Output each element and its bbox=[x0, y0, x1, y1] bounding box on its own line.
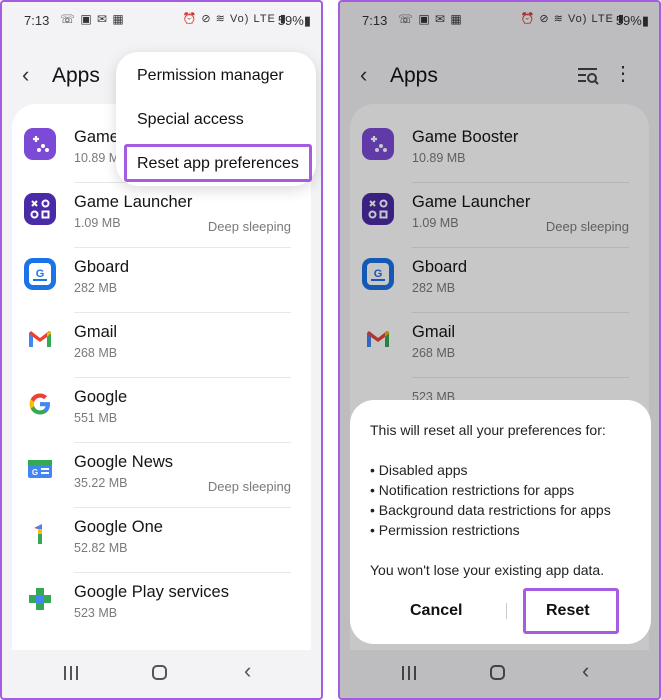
app-size: 268 MB bbox=[74, 346, 118, 360]
button-divider bbox=[506, 603, 507, 619]
dialog-message: This will reset all your preferences for… bbox=[370, 422, 606, 438]
app-size: 10.89 M bbox=[74, 151, 120, 165]
app-size: 551 MB bbox=[74, 411, 118, 425]
right-screen: 7:13 ☏ ▣ ✉ ▦ ⏰ ⊘ ≋ Vo) LTE ▮ 59%▮ ‹ Apps… bbox=[338, 0, 661, 700]
dialog-bullet: • Permission restrictions bbox=[370, 522, 520, 538]
game-booster-icon bbox=[24, 128, 56, 160]
app-size: 1.09 MB bbox=[74, 216, 121, 230]
app-list-item[interactable]: Google Play services 523 MB bbox=[12, 573, 311, 638]
status-time: 7:13 bbox=[24, 13, 50, 28]
app-list-item[interactable]: G Google News 35.22 MB Deep sleeping bbox=[12, 443, 311, 508]
app-name: Google bbox=[74, 388, 128, 406]
app-status: Deep sleeping bbox=[207, 479, 291, 494]
app-name: Game Launcher bbox=[74, 193, 193, 211]
recent-apps-icon[interactable] bbox=[64, 666, 78, 680]
menu-item-permission-manager[interactable]: Permission manager bbox=[137, 67, 284, 85]
highlight-box bbox=[124, 144, 312, 182]
app-list-item[interactable]: Google 551 MB bbox=[12, 378, 311, 443]
app-name: Google One bbox=[74, 518, 163, 536]
notification-icons: ☏ ▣ ✉ ▦ bbox=[60, 12, 125, 26]
nav-back-icon[interactable]: ‹ bbox=[244, 658, 251, 684]
overflow-menu: Permission manager Special access Reset … bbox=[116, 52, 316, 186]
google-one-icon bbox=[24, 518, 56, 550]
app-size: 523 MB bbox=[74, 606, 118, 620]
app-list-item[interactable]: Google One 52.82 MB bbox=[12, 508, 311, 573]
app-status: Deep sleeping bbox=[207, 219, 291, 234]
app-size: 35.22 MB bbox=[74, 476, 128, 490]
app-name: Gmail bbox=[74, 323, 118, 341]
gmail-icon bbox=[24, 323, 56, 355]
dialog-bullet: • Background data restrictions for apps bbox=[370, 502, 611, 518]
battery-level: 59%▮ bbox=[277, 13, 311, 28]
page-title: Apps bbox=[52, 64, 100, 87]
home-icon[interactable] bbox=[152, 665, 167, 680]
status-bar: 7:13 ☏ ▣ ✉ ▦ ⏰ ⊘ ≋ Vo) LTE ▮ 59%▮ bbox=[2, 2, 321, 38]
svg-text:G: G bbox=[36, 268, 45, 280]
app-list-item[interactable]: Gmail 268 MB bbox=[12, 313, 311, 378]
svg-text:G: G bbox=[32, 468, 38, 477]
app-name: Game bbox=[74, 128, 119, 146]
system-status-icons: ⏰ ⊘ ≋ Vo) LTE ▮ bbox=[182, 13, 287, 25]
cancel-button[interactable]: Cancel bbox=[410, 602, 462, 620]
google-play-services-icon bbox=[24, 583, 56, 615]
dialog-bullet: • Notification restrictions for apps bbox=[370, 482, 575, 498]
app-name: Google Play services bbox=[74, 583, 229, 601]
navigation-bar: ‹ bbox=[2, 650, 321, 698]
app-size: 52.82 MB bbox=[74, 541, 128, 555]
dialog-bullet: • Disabled apps bbox=[370, 462, 468, 478]
app-name: Gboard bbox=[74, 258, 130, 276]
app-size: 282 MB bbox=[74, 281, 118, 295]
app-name: Google News bbox=[74, 453, 174, 471]
reset-preferences-dialog: This will reset all your preferences for… bbox=[350, 400, 651, 644]
app-list-item[interactable]: G Gboard 282 MB bbox=[12, 248, 311, 313]
app-list-item[interactable]: Game Launcher 1.09 MB Deep sleeping bbox=[12, 183, 311, 248]
left-screen: 7:13 ☏ ▣ ✉ ▦ ⏰ ⊘ ≋ Vo) LTE ▮ 59%▮ ‹ Apps… bbox=[0, 0, 323, 700]
dialog-note: You won't lose your existing app data. bbox=[370, 562, 605, 578]
gboard-icon: G bbox=[24, 258, 56, 290]
back-arrow-icon[interactable]: ‹ bbox=[22, 62, 29, 88]
game-launcher-icon bbox=[24, 193, 56, 225]
menu-item-special-access[interactable]: Special access bbox=[137, 111, 244, 129]
highlight-box bbox=[523, 588, 619, 634]
google-icon bbox=[24, 388, 56, 420]
google-news-icon: G bbox=[24, 453, 56, 485]
